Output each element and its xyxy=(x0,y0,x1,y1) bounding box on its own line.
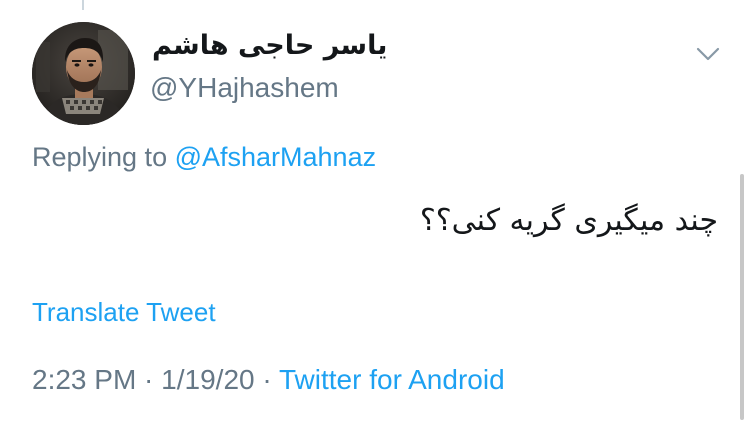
tweet-detail: یاسر حاجی هاشم @YHajhashem Replying to @… xyxy=(0,0,750,421)
meta-separator: · xyxy=(136,364,162,395)
tweet-metadata: 2:23 PM · 1/19/20 · Twitter for Android xyxy=(32,364,505,396)
scrollbar[interactable] xyxy=(740,174,744,420)
chevron-down-icon[interactable] xyxy=(696,46,720,62)
display-name[interactable]: یاسر حاجی هاشم xyxy=(152,30,387,61)
reply-mention-link[interactable]: @AfsharMahnaz xyxy=(175,142,377,172)
tweet-time: 2:23 PM xyxy=(32,364,137,395)
reply-prefix: Replying to xyxy=(32,142,175,172)
meta-separator: · xyxy=(254,364,279,395)
tweet-source-link[interactable]: Twitter for Android xyxy=(279,364,505,395)
tweet-text: چند میگیری گریه کنی؟؟ xyxy=(419,203,718,238)
thread-connector-line xyxy=(82,0,84,10)
avatar-photo xyxy=(32,22,135,125)
avatar[interactable] xyxy=(32,22,135,125)
translate-tweet-link[interactable]: Translate Tweet xyxy=(32,297,216,328)
user-handle[interactable]: @YHajhashem xyxy=(150,72,339,104)
tweet-date: 1/19/20 xyxy=(161,364,255,395)
reply-context: Replying to @AfsharMahnaz xyxy=(32,142,376,173)
